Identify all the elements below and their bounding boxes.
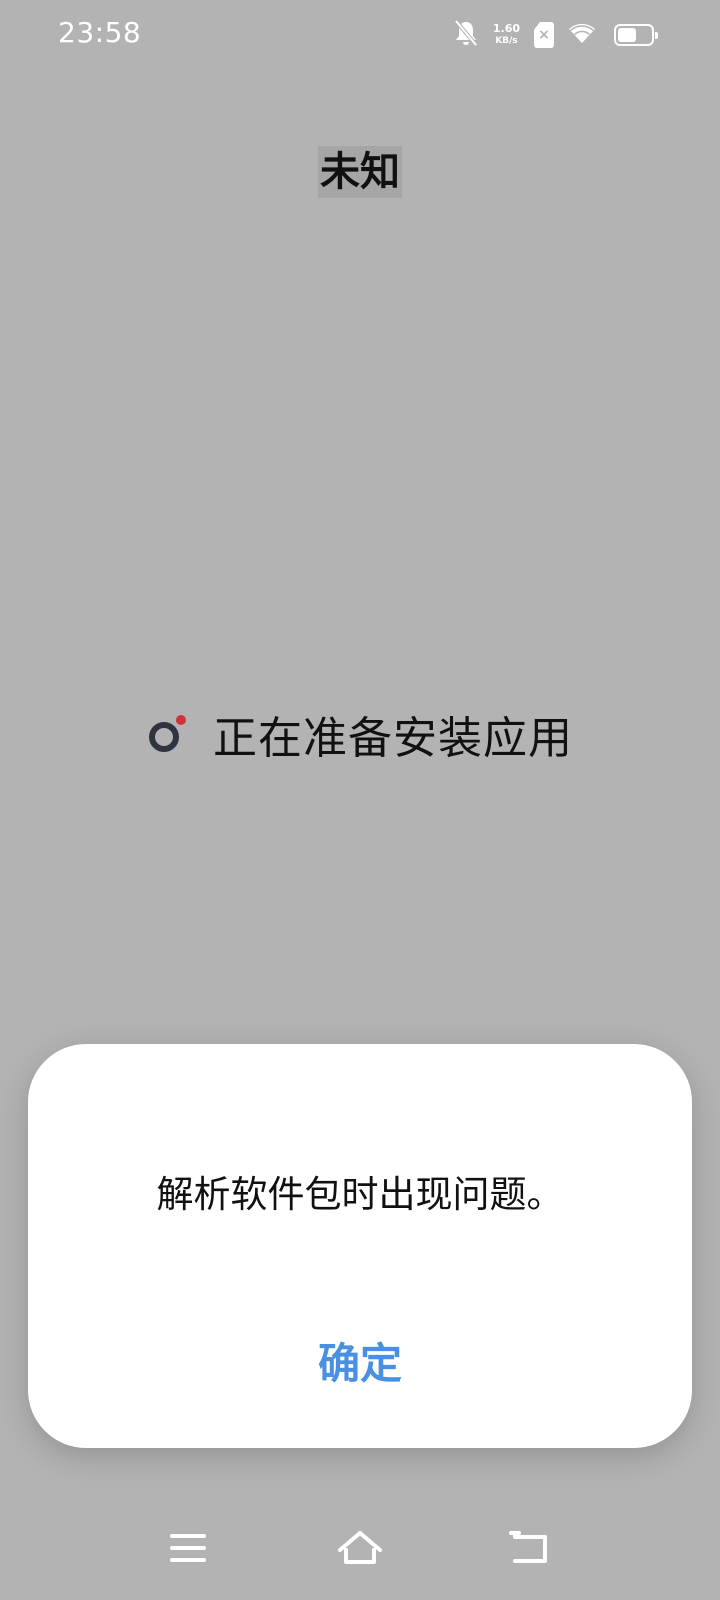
bell-off-icon: [453, 19, 479, 51]
preparing-text: 正在准备安装应用: [213, 713, 573, 764]
net-speed-value: 1.60: [492, 22, 520, 35]
battery-icon: [614, 24, 658, 46]
status-time: 23:58: [58, 16, 142, 49]
back-button[interactable]: [500, 1520, 560, 1580]
error-dialog: 解析软件包时出现问题。 确定: [28, 1044, 692, 1448]
home-icon: [336, 1528, 384, 1572]
loading-spinner-icon: [147, 714, 187, 754]
status-bar: 23:58 1.60 KB/s ×: [0, 0, 720, 66]
ok-button[interactable]: 确定: [298, 1326, 422, 1395]
sim-mark: ×: [538, 27, 550, 43]
wifi-icon: [568, 22, 596, 48]
back-icon: [509, 1529, 551, 1571]
sim-icon: ×: [534, 22, 554, 48]
page-title-container: 未知: [0, 146, 720, 198]
navigation-bar: [0, 1520, 720, 1600]
dialog-message: 解析软件包时出现问题。: [156, 1173, 564, 1216]
net-speed-unit: KB/s: [495, 36, 518, 46]
status-icons: 1.60 KB/s ×: [453, 19, 658, 51]
page-title: 未知: [318, 146, 402, 198]
menu-icon: [168, 1531, 208, 1569]
home-button[interactable]: [330, 1520, 390, 1580]
net-speed: 1.60 KB/s: [493, 23, 520, 47]
menu-button[interactable]: [158, 1520, 218, 1580]
battery-fill: [618, 28, 636, 42]
preparing-status: 正在准备安装应用: [0, 702, 720, 766]
